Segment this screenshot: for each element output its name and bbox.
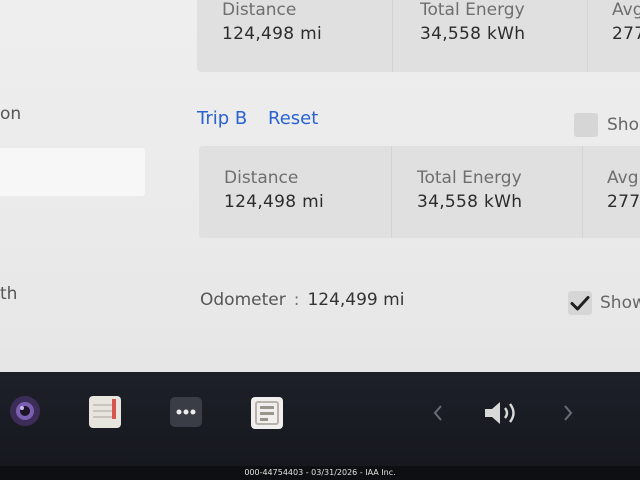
show-label: Sho (607, 115, 639, 135)
avg-value: 277. (607, 192, 640, 212)
left-partial-label: th (0, 284, 18, 304)
distance-label: Distance (222, 0, 297, 20)
divider (392, 0, 393, 72)
camera-icon[interactable] (8, 394, 42, 432)
chevron-left-icon[interactable] (432, 404, 444, 426)
distance-value: 124,498 mi (222, 24, 322, 44)
toybox-icon[interactable] (250, 396, 284, 434)
show-checkbox-checked[interactable] (568, 291, 592, 315)
taskbar (0, 372, 640, 480)
trip-b-card: Distance 124,498 mi Total Energy 34,558 … (199, 146, 640, 238)
trip-a-card: Distance 124,498 mi Total Energy 34,558 … (197, 0, 640, 72)
more-icon[interactable] (170, 397, 202, 431)
divider (582, 146, 583, 238)
left-partial-label: on (0, 104, 22, 124)
divider (587, 0, 588, 72)
trip-b-title: Trip B (197, 108, 248, 129)
distance-label: Distance (224, 168, 299, 188)
checkmark-icon (570, 296, 590, 311)
odometer-label: Odometer (200, 290, 286, 310)
trip-a-distance: Distance 124,498 mi (222, 0, 322, 44)
energy-label: Total Energy (417, 168, 522, 188)
odometer-value: 124,499 mi (307, 290, 405, 310)
show-label: Show (600, 293, 640, 313)
divider (391, 146, 392, 238)
left-input-field[interactable] (0, 148, 145, 196)
avg-label: Avg (607, 168, 639, 188)
trip-a-avg: Avg 277 (612, 0, 640, 44)
energy-value: 34,558 kWh (417, 192, 523, 212)
trip-a-energy: Total Energy 34,558 kWh (420, 0, 525, 44)
trip-b-distance: Distance 124,498 mi (224, 168, 324, 212)
reset-button[interactable]: Reset (268, 108, 318, 129)
avg-label: Avg (612, 0, 640, 20)
show-checkbox[interactable] (574, 113, 598, 137)
trip-screen: Distance 124,498 mi Total Energy 34,558 … (0, 0, 640, 372)
chevron-right-icon[interactable] (562, 404, 574, 426)
notepad-icon[interactable] (88, 395, 122, 433)
avg-value: 277 (612, 24, 640, 44)
trip-b-energy: Total Energy 34,558 kWh (417, 168, 522, 212)
trip-b-avg: Avg 277. (607, 168, 640, 212)
distance-value: 124,498 mi (224, 192, 324, 212)
volume-icon[interactable] (482, 398, 522, 432)
odometer-separator: : (293, 290, 300, 310)
odometer-row: Odometer:124,499 mi (200, 290, 404, 310)
energy-label: Total Energy (420, 0, 525, 20)
image-caption: 000-44754403 - 03/31/2026 - IAA Inc. (0, 466, 640, 480)
energy-value: 34,558 kWh (420, 24, 526, 44)
